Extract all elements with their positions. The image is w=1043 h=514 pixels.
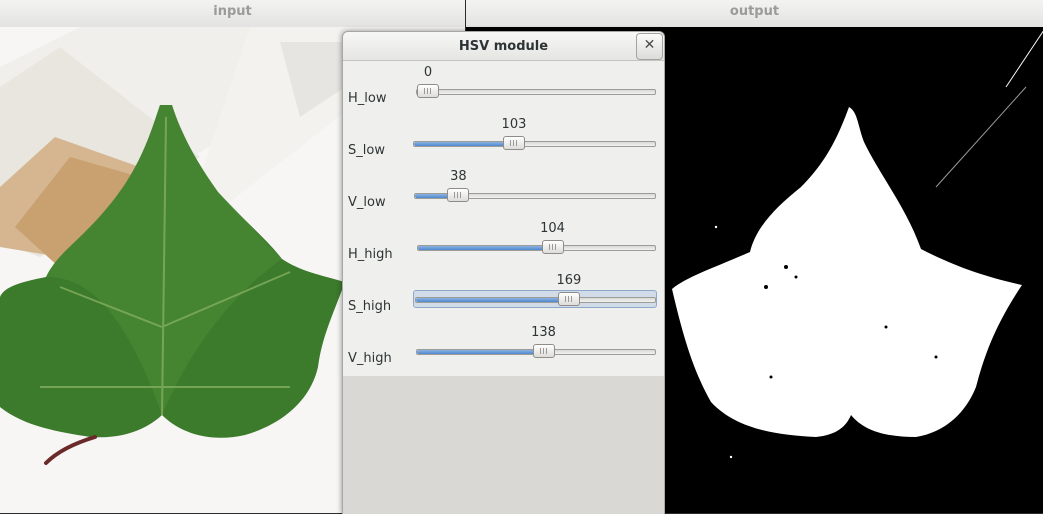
slider-panel: H_low 0 S_low 103 V_low 38 H_high 104 S_…	[343, 61, 664, 376]
slider-fill	[416, 298, 570, 302]
slider-handle[interactable]	[447, 188, 470, 202]
slider-trough	[416, 89, 656, 95]
slider-row-v-high: V_high 138	[343, 325, 664, 383]
slider-handle[interactable]	[417, 84, 439, 98]
hsv-module-dialog: HSV module ✕ H_low 0 S_low 103 V_low 38 …	[342, 31, 665, 514]
slider-handle[interactable]	[557, 292, 580, 306]
slider-fill	[417, 350, 545, 354]
slider-label: H_low	[348, 91, 387, 106]
slider-row-s-low: S_low 103	[343, 117, 664, 175]
slider-value: 138	[531, 325, 556, 340]
slider-trough	[415, 297, 656, 303]
dialog-titlebar[interactable]: HSV module ✕	[343, 32, 664, 61]
slider-trough	[413, 141, 656, 147]
slider-label: H_high	[348, 247, 393, 262]
slider-label: V_high	[348, 351, 392, 366]
slider-value: 169	[556, 273, 582, 288]
slider-handle[interactable]	[532, 344, 555, 358]
slider-label: V_low	[348, 195, 386, 210]
slider-label: S_high	[348, 299, 392, 314]
slider-label: S_low	[348, 143, 385, 158]
slider-row-h-low: H_low 0	[343, 65, 664, 123]
slider-fill	[418, 246, 554, 250]
slider-trough	[417, 245, 656, 251]
slider-value: 103	[501, 117, 527, 132]
slider-row-v-low: V_low 38	[343, 169, 664, 227]
input-window-title: input	[0, 0, 465, 28]
slider-handle[interactable]	[541, 240, 564, 254]
slider-fill	[414, 142, 515, 146]
slider-value: 104	[540, 221, 565, 236]
slider-handle[interactable]	[502, 136, 525, 150]
close-button[interactable]: ✕	[636, 33, 663, 60]
slider-row-h-high: H_high 104	[343, 221, 664, 279]
close-icon: ✕	[643, 37, 656, 53]
dialog-title: HSV module	[458, 39, 549, 54]
slider-value: 0	[423, 65, 433, 80]
slider-value: 38	[450, 169, 467, 184]
output-window-title: output	[466, 0, 1043, 28]
slider-row-s-high: S_high 169	[343, 273, 664, 331]
